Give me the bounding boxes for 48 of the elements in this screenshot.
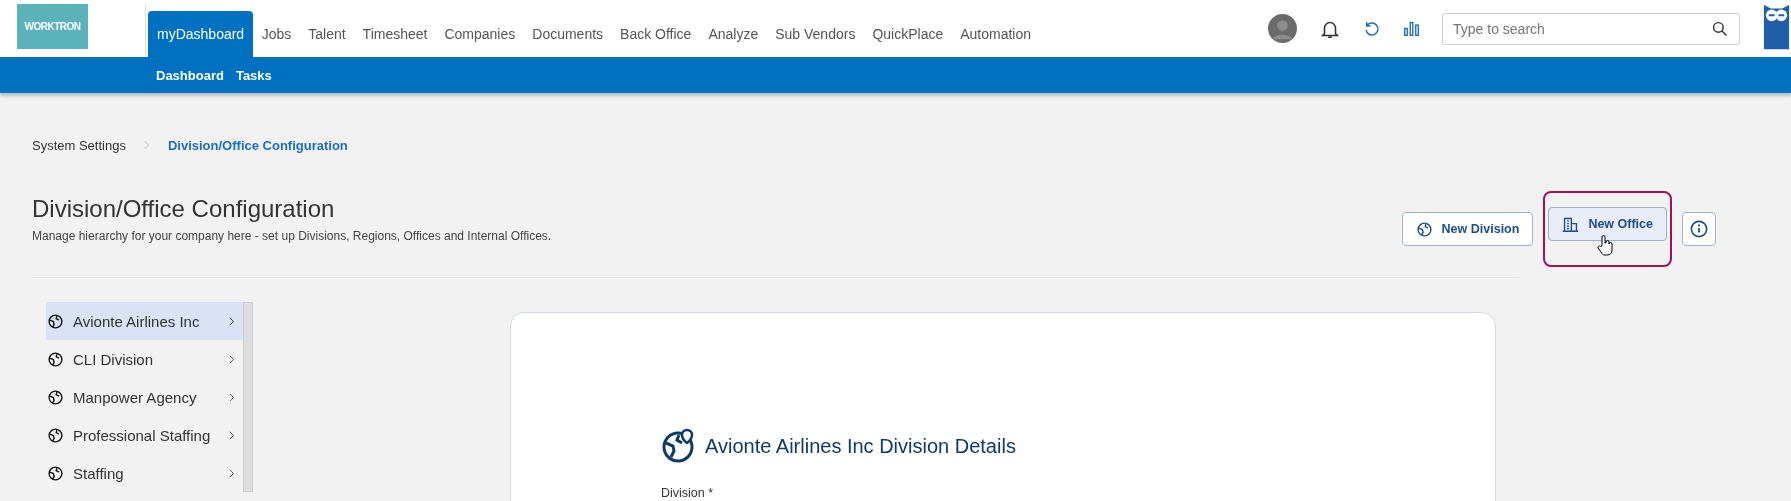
bar-chart-icon[interactable]: [1403, 20, 1420, 37]
page-subtitle: Manage hierarchy for your company here - set up Divisions, Regions, Offices and Internal Offices.: [32, 229, 552, 243]
new-office-button[interactable]: New Office: [1548, 207, 1667, 241]
subnav-link[interactable]: Dashboard: [156, 67, 224, 83]
division-item[interactable]: Avionte Airlines Inc: [46, 302, 243, 340]
chevron-right-icon: [143, 140, 150, 150]
nav-tab[interactable]: Companies: [435, 11, 524, 57]
division-item[interactable]: Staffing: [46, 454, 243, 492]
info-button[interactable]: [1682, 212, 1716, 246]
nav-tab[interactable]: Jobs: [253, 11, 300, 57]
building-icon: [1562, 215, 1580, 233]
nav-tab[interactable]: Talent: [299, 11, 355, 57]
division-item[interactable]: CLI Division: [46, 340, 243, 378]
page-title: Division/Office Configuration: [32, 195, 336, 223]
chevron-right-icon: [229, 391, 235, 403]
nav-tab[interactable]: Automation: [951, 11, 1040, 57]
nav-tab[interactable]: Analyze: [699, 11, 767, 57]
division-item[interactable]: Professional Staffing: [46, 416, 243, 454]
field-label: Division *: [661, 486, 715, 500]
chevron-right-icon: [229, 353, 235, 365]
scrollbar[interactable]: [243, 302, 253, 492]
nav-tab[interactable]: QuickPlace: [863, 11, 952, 57]
search-field[interactable]: Type to search: [1442, 12, 1740, 45]
globe-icon: [47, 388, 64, 406]
subnav-link[interactable]: Tasks: [235, 67, 272, 83]
new-division-button[interactable]: New Division: [1401, 212, 1534, 246]
chevron-right-icon: [229, 315, 235, 327]
nav-tab[interactable]: Timesheet: [354, 11, 436, 57]
division-item[interactable]: Manpower Agency: [46, 378, 243, 416]
globe-icon: [1415, 220, 1433, 238]
hand-cursor-icon: [1597, 234, 1614, 256]
nav-tab[interactable]: Sub Vendors: [766, 11, 864, 57]
globe-icon: [47, 350, 64, 368]
breadcrumb-link[interactable]: Division/Office Configuration: [167, 137, 348, 153]
nav-tab[interactable]: Back Office: [611, 11, 700, 57]
refresh-icon[interactable]: [1363, 19, 1381, 38]
globe-icon: [47, 464, 64, 482]
details-title: Avionte Airlines Inc Division Details: [705, 434, 1016, 458]
nav-tab[interactable]: myDashboard: [148, 11, 254, 57]
breadcrumb-link[interactable]: System Settings: [32, 137, 126, 153]
chevron-right-icon: [229, 429, 235, 441]
globe-icon: [47, 312, 64, 330]
globe-icon: [47, 426, 64, 444]
search-icon[interactable]: [1712, 20, 1728, 37]
avatar-icon[interactable]: [1268, 14, 1297, 43]
info-icon: [1690, 220, 1708, 238]
nav-tab[interactable]: Documents: [523, 11, 612, 57]
chevron-right-icon: [229, 467, 235, 479]
